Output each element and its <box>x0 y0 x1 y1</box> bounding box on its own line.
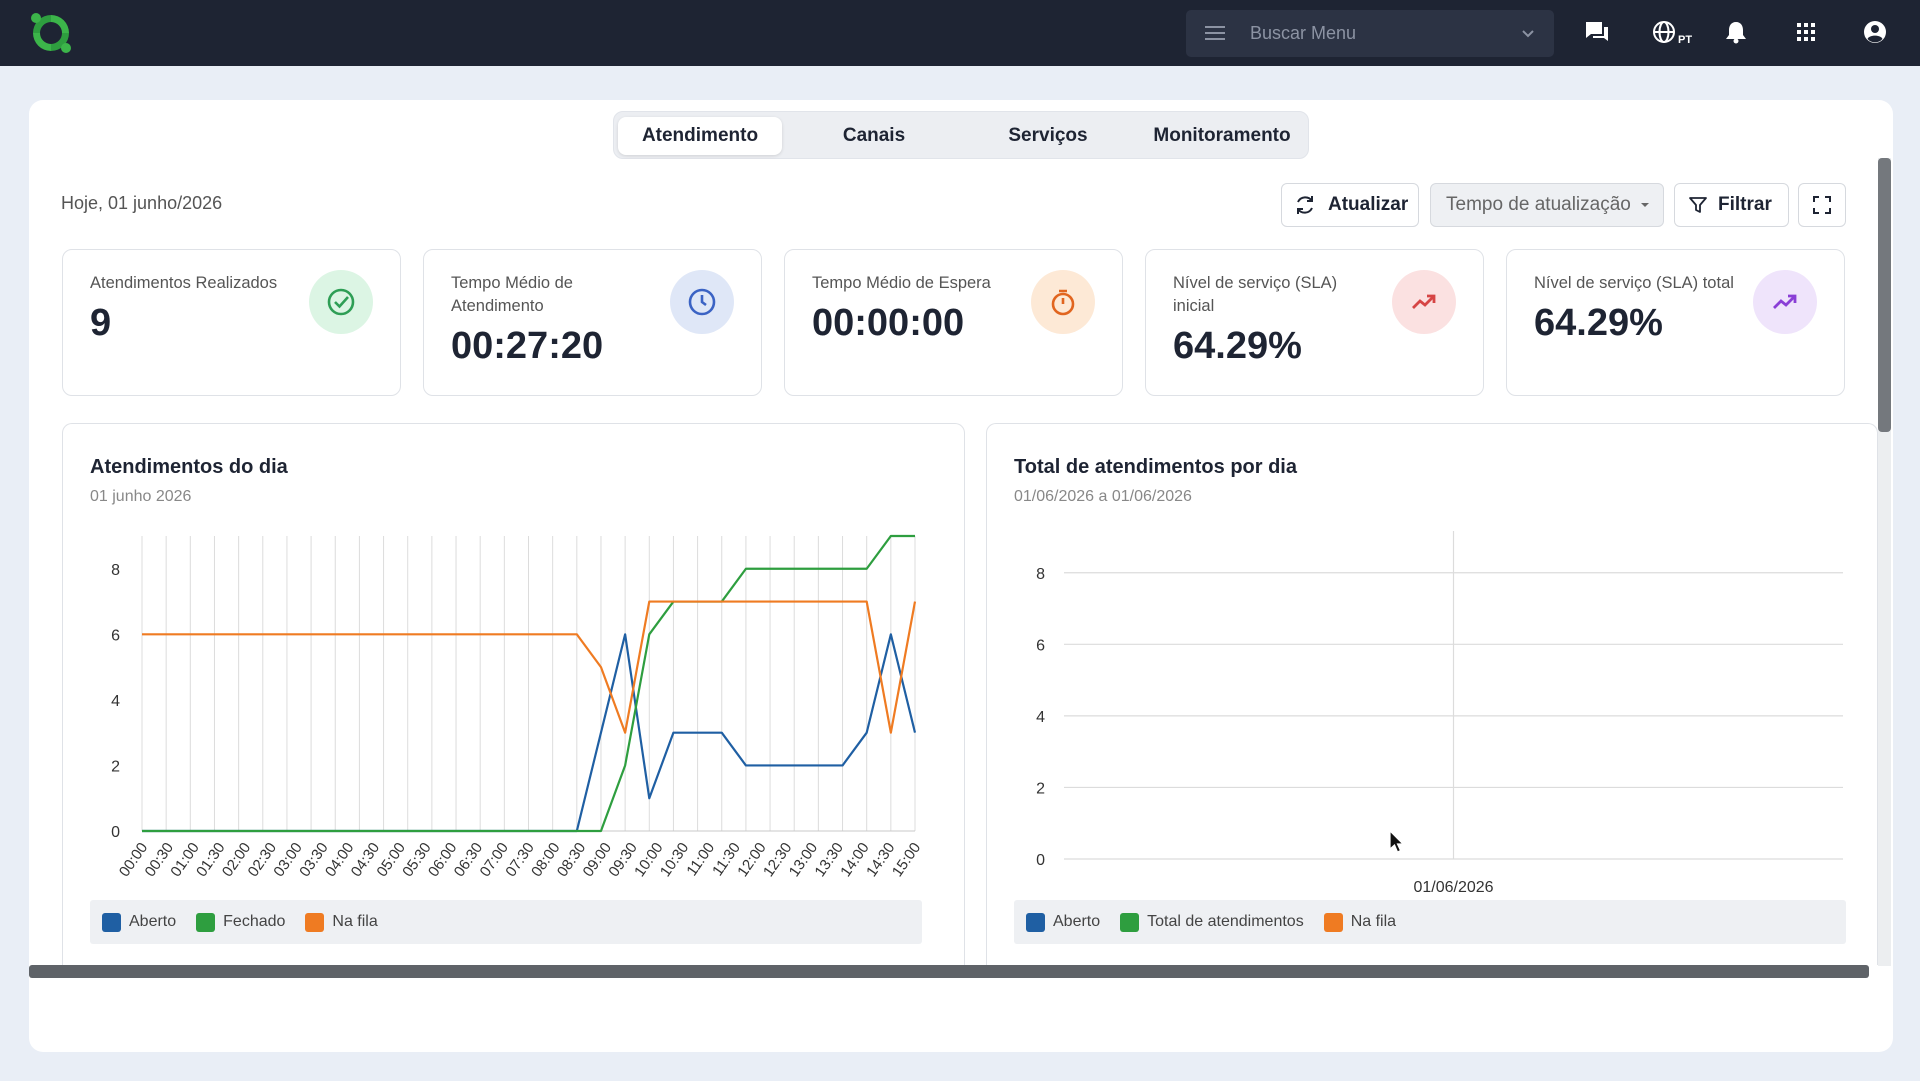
legend-swatch <box>305 912 325 932</box>
kpi-card-tempo-medio-atendimento: Tempo Médio de Atendimento 00:27:20 <box>423 249 762 396</box>
tab-monitoramento[interactable]: Monitoramento <box>1140 117 1304 155</box>
filter-icon <box>1689 197 1707 213</box>
y-tick-label: 4 <box>111 693 120 710</box>
y-tick-label: 2 <box>1036 780 1045 797</box>
legend-item[interactable]: Na fila <box>305 912 378 932</box>
stopwatch-icon <box>1031 270 1095 334</box>
refresh-interval-dropdown[interactable]: Tempo de atualização <box>1430 183 1664 227</box>
kpi-label: Atendimentos Realizados <box>90 274 278 292</box>
y-tick-label: 8 <box>111 562 120 579</box>
chart-legend: Aberto Total de atendimentos Na fila <box>1014 900 1846 944</box>
y-tick-label: 8 <box>1036 566 1045 583</box>
legend-swatch <box>196 912 216 932</box>
kpi-card-sla-inicial: Nível de serviço (SLA) inicial 64.29% <box>1145 249 1484 396</box>
dashboard-tabs: Atendimento Canais Serviços Monitorament… <box>613 111 1309 159</box>
y-tick-label: 2 <box>111 758 120 775</box>
hamburger-menu-icon <box>1204 23 1226 48</box>
line-chart-total-por-dia: 0 2 4 6 8 01/06/2026 <box>1036 531 1843 894</box>
y-tick-label: 6 <box>111 627 120 644</box>
chart-legend: Aberto Fechado Na fila <box>90 900 922 944</box>
kpi-label: Tempo Médio de Atendimento <box>451 274 573 315</box>
search-placeholder: Buscar Menu <box>1250 23 1357 43</box>
kpi-label: Nível de serviço (SLA) total <box>1534 274 1734 292</box>
x-tick-label: 15:00 <box>889 840 924 881</box>
legend-swatch <box>1120 912 1140 932</box>
chevron-down-icon <box>1520 25 1536 46</box>
tab-atendimento[interactable]: Atendimento <box>618 117 782 155</box>
trending-up-icon <box>1392 270 1456 334</box>
kpi-label: Nível de serviço (SLA) inicial <box>1173 274 1338 315</box>
x-tick-label: 01/06/2026 <box>1413 879 1493 894</box>
kpi-value: 64.29% <box>1173 325 1302 367</box>
kpi-value: 64.29% <box>1534 302 1663 344</box>
y-tick-label: 0 <box>111 824 120 841</box>
chart-card-atendimentos-do-dia: Atendimentos do dia 01 junho 2026 024680… <box>62 423 965 965</box>
legend-item[interactable]: Na fila <box>1323 912 1397 932</box>
tab-canais[interactable]: Canais <box>792 117 956 155</box>
line-chart-atendimentos-do-dia: 0246800:0000:3001:0001:3002:0002:3003:00… <box>111 534 924 881</box>
top-navigation-bar: Buscar Menu PT <box>0 0 1920 66</box>
filter-label: Filtrar <box>1718 194 1772 215</box>
apps-grid-icon[interactable] <box>1793 19 1821 47</box>
legend-swatch <box>1323 912 1343 932</box>
refresh-button[interactable]: Atualizar <box>1281 183 1419 227</box>
mouse-cursor-icon <box>1388 829 1406 859</box>
expand-icon <box>1813 196 1831 214</box>
chart-card-total-por-dia: Total de atendimentos por dia 01/06/2026… <box>986 423 1878 965</box>
legend-swatch <box>102 912 121 932</box>
legend-swatch <box>1026 912 1045 932</box>
y-tick-label: 6 <box>1036 637 1045 654</box>
y-tick-label: 4 <box>1036 709 1045 726</box>
kpi-card-sla-total: Nível de serviço (SLA) total 64.29% <box>1506 249 1845 396</box>
kpi-value: 00:27:20 <box>451 325 604 367</box>
legend-label: Total de atendimentos <box>1147 913 1304 930</box>
tab-servicos[interactable]: Serviços <box>966 117 1130 155</box>
refresh-interval-label: Tempo de atualização <box>1446 194 1631 215</box>
user-account-icon[interactable] <box>1862 19 1890 47</box>
filter-button[interactable]: Filtrar <box>1674 183 1789 227</box>
kpi-label: Tempo Médio de Espera <box>812 274 991 292</box>
refresh-icon <box>1297 196 1313 214</box>
kpi-card-atendimentos: Atendimentos Realizados 9 <box>62 249 401 396</box>
notification-bell-icon[interactable] <box>1723 19 1751 47</box>
legend-label: Aberto <box>1053 913 1101 930</box>
legend-label: Na fila <box>332 913 378 930</box>
legend-item[interactable]: Total de atendimentos <box>1120 912 1304 932</box>
language-globe-icon[interactable] <box>1651 19 1679 47</box>
legend-item[interactable]: Aberto <box>102 912 177 932</box>
clock-icon <box>670 270 734 334</box>
current-date-label: Hoje, 01 junho/2026 <box>61 193 223 213</box>
app-logo-icon[interactable] <box>28 10 74 56</box>
kpi-card-tempo-medio-espera: Tempo Médio de Espera 00:00:00 <box>784 249 1123 396</box>
kpi-value: 9 <box>90 302 112 344</box>
menu-search-select[interactable]: Buscar Menu <box>1186 10 1554 57</box>
legend-label: Aberto <box>129 913 177 930</box>
legend-label: Fechado <box>223 913 286 930</box>
check-circle-icon <box>309 270 373 334</box>
refresh-label: Atualizar <box>1328 194 1409 215</box>
vertical-scrollbar-thumb[interactable] <box>1878 158 1891 432</box>
kpi-value: 00:00:00 <box>812 302 965 344</box>
legend-item[interactable]: Fechado <box>196 912 286 932</box>
x-tick-label: 10:30 <box>657 840 692 881</box>
caret-down-icon <box>1640 203 1649 207</box>
chat-icon[interactable] <box>1584 19 1612 47</box>
trending-up-icon <box>1753 270 1817 334</box>
y-tick-label: 0 <box>1036 852 1045 869</box>
horizontal-scrollbar[interactable] <box>29 965 1869 978</box>
language-code: PT <box>1678 34 1693 46</box>
legend-label: Na fila <box>1350 913 1397 930</box>
fullscreen-button[interactable] <box>1798 183 1846 227</box>
legend-item[interactable]: Aberto <box>1026 912 1101 932</box>
